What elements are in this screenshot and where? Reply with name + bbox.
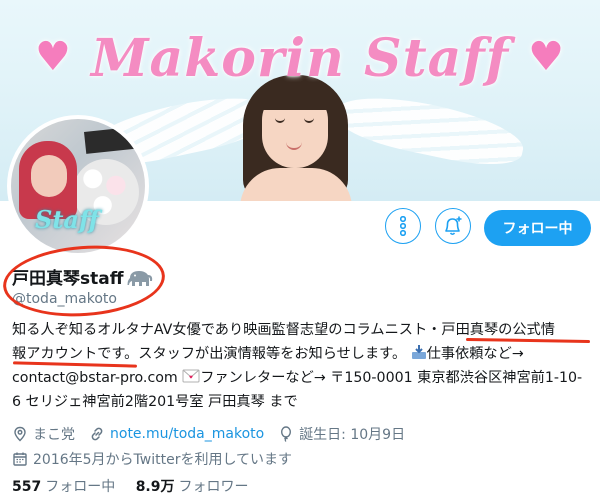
more-vertical-icon (400, 216, 406, 236)
followers-stat[interactable]: 8.9万 フォロワー (136, 479, 249, 495)
banner-title: ♥ Makorin Staff ♥ (0, 28, 600, 89)
joined-text: 2016年5月からTwitterを利用しています (33, 452, 293, 468)
profile-joined: 2016年5月からTwitterを利用しています (12, 449, 306, 469)
link-icon (91, 427, 103, 441)
bio-line-4: 6 セリジェ神宮前2階201号室 戸田真琴 まで (12, 394, 298, 410)
love-letter-icon (182, 369, 200, 383)
more-button[interactable] (385, 208, 421, 244)
avatar-image: Staff (11, 119, 145, 253)
birthday: 誕生日: 10月9日 (278, 424, 405, 444)
location: まこ党 (12, 424, 75, 444)
balloon-icon (281, 426, 292, 442)
joined: 2016年5月からTwitterを利用しています (12, 449, 292, 469)
avatar-overlay-text: Staff (35, 205, 99, 234)
followers-label: フォロワー (178, 479, 249, 495)
birthday-text: 誕生日: 10月9日 (299, 427, 406, 443)
avatar[interactable]: Staff (7, 115, 149, 257)
annotation-circle (0, 240, 168, 322)
location-pin-icon (14, 426, 26, 442)
notification-button[interactable] (435, 208, 471, 244)
following-button[interactable]: フォロー中 (484, 210, 591, 246)
inbox-tray-icon (411, 345, 426, 359)
heart-right: ♥ (528, 33, 565, 80)
profile-meta: まこ党 note.mu/toda_makoto 誕生日: 10月9日 (12, 424, 419, 444)
avatar-face (31, 155, 67, 197)
followers-count: 8.9万 (135, 479, 175, 495)
bio-email: contact@bstar-pro.com (12, 370, 178, 386)
calendar-icon (13, 452, 27, 466)
bio-highlight-text: 報アカウントです。 (12, 346, 139, 362)
avatar-sign (84, 126, 142, 154)
banner-wing-right (331, 85, 529, 175)
bio-text: ファンレターなど→ 〒150-0001 東京都渋谷区神宮前1-10- (200, 370, 583, 386)
website[interactable]: note.mu/toda_makoto (89, 426, 264, 442)
bio-text: 仕事依頼など→ (426, 346, 524, 362)
bio-text: スタッフが出演情報等をお知らせします。 (138, 346, 407, 362)
profile-stats: 557 フォロー中 8.9万 フォロワー (12, 476, 265, 496)
bio-text: 知る人ぞ知るオルタナAV女優であり映画監督志望のコラムニスト・ (12, 322, 442, 338)
banner-title-text: Makorin Staff (90, 28, 510, 89)
bio-line-3: contact@bstar-pro.com ファンレターなど→ 〒150-000… (12, 366, 592, 390)
heart-left: ♥ (35, 33, 72, 80)
following-label: フォロー中 (45, 479, 116, 495)
bio-highlight-text: 戸田真琴の公式情 (441, 322, 555, 338)
bell-plus-icon (445, 216, 462, 236)
location-text: まこ党 (33, 427, 75, 443)
following-stat[interactable]: 557 フォロー中 (12, 479, 115, 495)
bio-line-2: 報アカウントです。スタッフが出演情報等をお知らせします。 仕事依頼など→ (12, 342, 592, 366)
following-count: 557 (12, 479, 42, 495)
website-link[interactable]: note.mu/toda_makoto (110, 426, 264, 442)
